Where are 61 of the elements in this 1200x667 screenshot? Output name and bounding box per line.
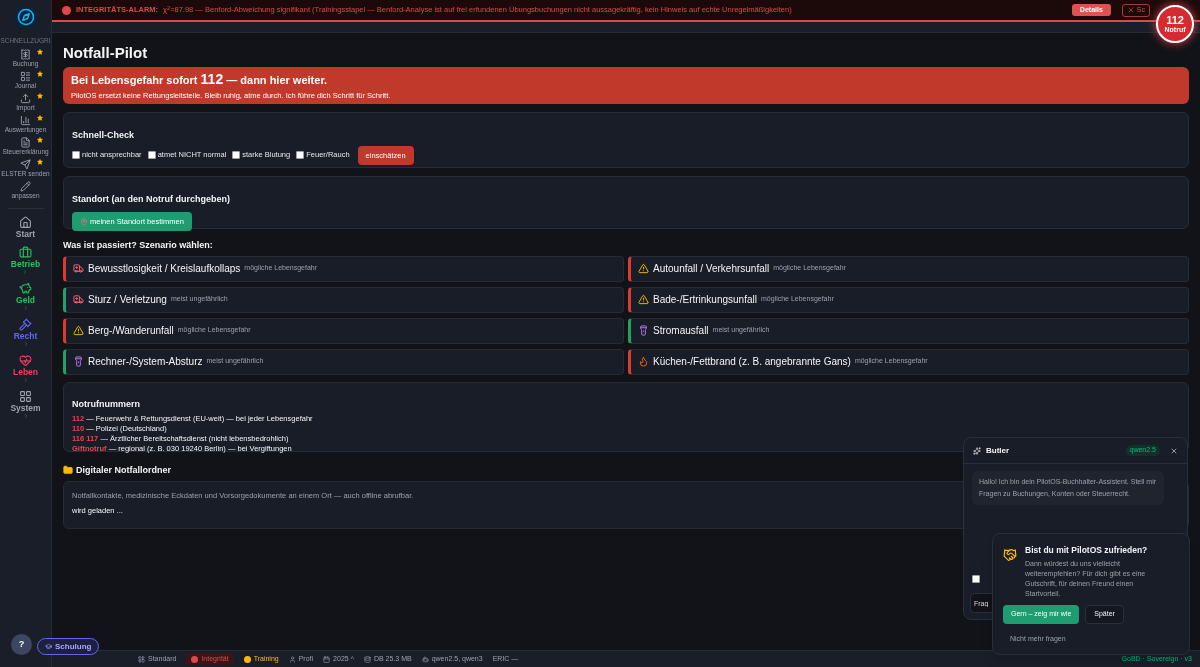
sidebar-section[interactable]: System xyxy=(10,389,41,419)
scenario-title: Rechner-/System-Absturz xyxy=(88,355,203,369)
scenario-title: Berg-/Wanderunfall xyxy=(88,324,174,338)
send-icon xyxy=(20,158,31,170)
flashlight-icon xyxy=(638,325,649,336)
graduation-cap-icon xyxy=(45,643,52,650)
popup-title: Bist du mit PilotOS zufrieden? xyxy=(1025,544,1149,557)
database-icon xyxy=(363,655,371,663)
calendar-icon xyxy=(323,655,331,663)
warning-icon xyxy=(73,325,84,336)
home-icon xyxy=(19,215,32,229)
document-icon xyxy=(20,136,31,148)
folder-icon xyxy=(63,465,73,476)
piggy-bank-icon xyxy=(19,281,32,295)
receipt-icon xyxy=(20,48,31,60)
handshake-icon xyxy=(1003,548,1017,562)
pencil-icon xyxy=(20,180,31,192)
close-icon xyxy=(1126,6,1135,14)
upload-icon xyxy=(20,92,31,104)
gavel-icon xyxy=(19,317,32,331)
flame-icon xyxy=(638,356,649,367)
scenario-title: Autounfall / Verkehrsunfall xyxy=(653,262,770,276)
close-icon[interactable] xyxy=(1170,446,1178,455)
scenario-title: Stromausfall xyxy=(653,324,709,338)
training-button[interactable]: Schulung xyxy=(37,638,100,655)
checkbox[interactable] xyxy=(232,150,241,159)
briefcase-icon xyxy=(19,245,32,259)
list-icon xyxy=(20,70,31,82)
heart-icon xyxy=(19,353,32,367)
sidebar-section[interactable]: Recht xyxy=(13,317,38,347)
sidebar-section[interactable]: Betrieb xyxy=(10,245,41,275)
card-title: Schnell-Check xyxy=(72,129,135,142)
page-title: Notfall-Pilot xyxy=(63,44,148,62)
scenario-title: Küchen-/Fettbrand (z. B. angebrannte Gans) xyxy=(653,355,851,369)
user-icon xyxy=(288,655,296,663)
checkbox[interactable] xyxy=(147,150,156,159)
scenario-label: Was ist passiert? Szenario wählen: xyxy=(63,239,213,252)
sidebar-section[interactable]: Leben xyxy=(13,353,38,383)
logo-icon xyxy=(14,6,37,28)
checkbox[interactable] xyxy=(296,150,305,159)
warning-icon xyxy=(638,294,649,305)
warning-icon xyxy=(638,263,649,274)
flashlight-icon xyxy=(73,356,84,367)
card-title: Notrufnummern xyxy=(72,397,140,411)
sidebar-section[interactable]: Geld xyxy=(16,281,35,311)
checkbox[interactable] xyxy=(972,574,980,583)
sidebar-section[interactable]: Start xyxy=(15,215,36,239)
card-title: Standort (an den Notruf durchgeben) xyxy=(72,193,230,206)
section-title: Digitaler Notfallordner xyxy=(76,463,171,477)
panel-title: Butler xyxy=(986,444,1010,457)
ambulance-icon xyxy=(73,294,84,305)
scenario-title: Sturz / Verletzung xyxy=(88,293,167,307)
checkbox[interactable] xyxy=(72,150,80,159)
pin-icon xyxy=(80,217,88,226)
bar-chart-icon xyxy=(20,114,31,126)
scenario-title: Bewusstlosigkeit / Kreislaufkollaps xyxy=(88,262,241,276)
scenario-title: Bade-/Ertrinkungsunfall xyxy=(653,293,757,307)
ambulance-icon xyxy=(73,263,84,274)
sparkle-icon xyxy=(973,446,981,455)
banner-headline: Bei Lebensgefahr sofort 112 — dann hier weiter. xyxy=(71,70,328,90)
grid-icon xyxy=(19,389,32,403)
